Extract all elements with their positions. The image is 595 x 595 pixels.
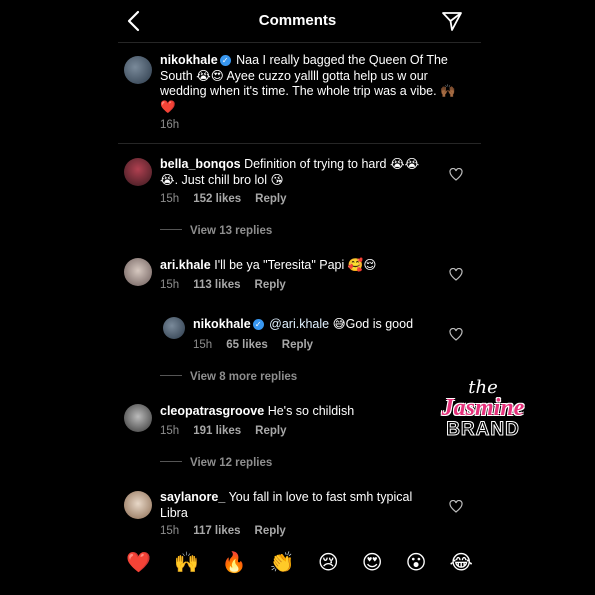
view-replies-label: View 12 replies xyxy=(190,457,273,469)
comment-time: 15h xyxy=(193,339,213,351)
like-heart-icon[interactable] xyxy=(449,500,463,513)
comment-username[interactable]: ari.khale xyxy=(160,258,211,272)
comment-username[interactable]: nikokhale xyxy=(193,317,251,331)
emoji-button[interactable]: 👏 xyxy=(270,548,295,578)
watermark-the: the xyxy=(468,377,498,398)
comment-text: I'll be ya "Teresita" Papi 🥰😌 xyxy=(214,258,377,272)
comment-time: 15h xyxy=(160,193,180,205)
page-title: Comments xyxy=(258,12,337,29)
comment-likes[interactable]: 152 likes xyxy=(193,193,241,205)
comment-time: 15h xyxy=(160,525,180,537)
reply-button[interactable]: Reply xyxy=(255,279,286,291)
like-heart-icon[interactable] xyxy=(449,268,463,281)
comment-likes[interactable]: 117 likes xyxy=(193,525,240,537)
mention-link[interactable]: @ari.khale xyxy=(269,317,329,331)
comment-text-block: cleopatrasgroove He's so childish xyxy=(160,404,425,420)
avatar[interactable] xyxy=(124,258,152,286)
comment-text: He's so childish xyxy=(267,404,355,418)
divider-dash xyxy=(160,229,182,230)
comment-text-block: ari.khale I'll be ya "Teresita" Papi 🥰😌 xyxy=(160,258,425,274)
emoji-button[interactable]: 🙌 xyxy=(174,548,199,578)
view-replies-link[interactable]: View 13 replies xyxy=(160,225,272,237)
comment-text: 😅God is good xyxy=(332,317,414,331)
avatar[interactable] xyxy=(163,317,185,339)
send-icon[interactable] xyxy=(441,10,463,32)
comment-time: 15h xyxy=(160,425,180,437)
verified-badge-icon: ✓ xyxy=(219,55,231,66)
comment-username[interactable]: bella_bonqos xyxy=(160,157,241,171)
avatar[interactable] xyxy=(124,491,152,519)
caption-timestamp: 16h xyxy=(160,119,180,131)
comment-text-block: bella_bonqos Definition of trying to har… xyxy=(160,157,425,188)
comment-likes[interactable]: 65 likes xyxy=(226,339,268,351)
emoji-button[interactable]: ❤️ xyxy=(126,548,151,578)
verified-badge-icon: ✓ xyxy=(252,319,264,330)
emoji-button[interactable]: 😢 xyxy=(318,548,339,578)
comment-time: 15h xyxy=(160,279,180,291)
reply-text-block: nikokhale ✓ @ari.khale 😅God is good xyxy=(193,317,423,333)
reply-button[interactable]: Reply xyxy=(255,193,286,205)
comment-likes[interactable]: 191 likes xyxy=(193,425,241,437)
comment-username[interactable]: saylanore_ xyxy=(160,490,225,504)
comment-meta: 15h 191 likes Reply xyxy=(160,425,300,437)
emoji-button[interactable]: 🔥 xyxy=(222,548,247,578)
comment-username[interactable]: cleopatrasgroove xyxy=(160,404,264,418)
reply-button[interactable]: Reply xyxy=(255,425,286,437)
like-heart-icon[interactable] xyxy=(449,328,463,341)
view-replies-label: View 8 more replies xyxy=(190,371,298,383)
reply-button[interactable]: Reply xyxy=(255,525,286,537)
reply-button[interactable]: Reply xyxy=(282,339,313,351)
caption-username[interactable]: nikokhale xyxy=(160,53,218,67)
divider-dash xyxy=(160,375,182,376)
emoji-button[interactable]: 😂 xyxy=(450,548,473,578)
caption-text-block: nikokhale ✓ Naa I really bagged the Queen… xyxy=(160,53,460,115)
comment-text-block: saylanore_ You fall in love to fast smh … xyxy=(160,490,430,521)
comment-likes[interactable]: 113 likes xyxy=(193,279,240,291)
avatar[interactable] xyxy=(124,158,152,186)
watermark-jasmine: Jasmine xyxy=(441,395,525,421)
caption-divider xyxy=(118,143,481,144)
watermark-brand: BRAND xyxy=(446,419,520,440)
avatar[interactable] xyxy=(124,56,152,84)
view-replies-label: View 13 replies xyxy=(190,225,273,237)
avatar[interactable] xyxy=(124,404,152,432)
header-divider xyxy=(118,42,481,43)
view-replies-link[interactable]: View 12 replies xyxy=(160,457,272,469)
emoji-button[interactable]: 😍 xyxy=(362,548,383,578)
comment-meta: 15h 152 likes Reply xyxy=(160,193,300,205)
emoji-button[interactable]: 😮 xyxy=(406,548,427,578)
header-bar: Comments xyxy=(0,0,595,42)
divider-dash xyxy=(160,461,182,462)
emoji-reaction-bar: ❤️ 🙌 🔥 👏 😢 😍 😮 😂 xyxy=(118,548,481,578)
like-heart-icon[interactable] xyxy=(449,168,463,181)
comment-meta: 15h 65 likes Reply xyxy=(193,339,327,351)
view-replies-link[interactable]: View 8 more replies xyxy=(160,371,297,383)
watermark-logo: the Jasmine BRAND xyxy=(418,377,548,441)
comment-meta: 15h 113 likes Reply xyxy=(160,279,300,291)
comment-meta: 15h 117 likes Reply xyxy=(160,525,300,537)
